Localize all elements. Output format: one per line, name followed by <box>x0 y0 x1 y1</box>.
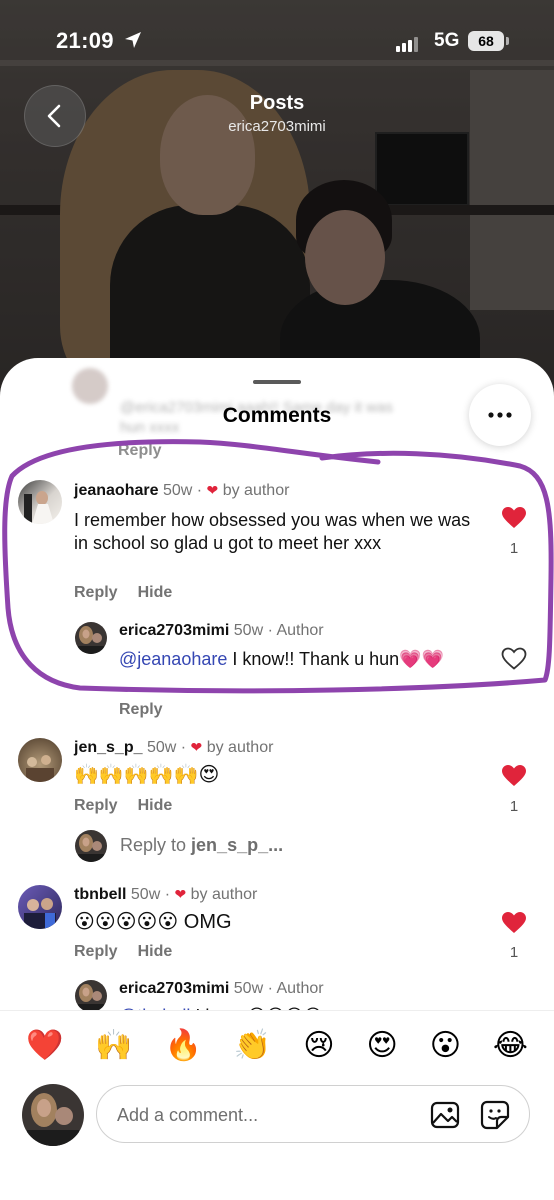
like-heart-icon[interactable] <box>501 911 527 935</box>
comment-input[interactable] <box>115 1100 409 1130</box>
reply-time: 50w <box>233 980 264 997</box>
comment-time: 50w <box>130 886 161 903</box>
reply-meta: erica2703mimi 50w · Author <box>119 980 324 997</box>
liked-by-author-label: by author <box>190 886 258 903</box>
like-heart-icon[interactable] <box>501 506 527 530</box>
comment-text: 😮😮😮😮😮 OMG <box>74 911 232 933</box>
reply-button[interactable]: Reply <box>74 797 118 814</box>
comment-meta: tbnbell 50w · ❤ by author <box>74 886 258 903</box>
reply-to-prompt[interactable]: Reply to jen_s_p_... <box>120 835 283 856</box>
battery-tip <box>506 37 509 45</box>
comment-meta: jeanaohare 50w · ❤ by author <box>74 482 290 499</box>
ellipsis-icon <box>488 412 512 418</box>
hide-button[interactable]: Hide <box>138 797 173 814</box>
reply-button[interactable]: Reply <box>119 701 163 718</box>
comment-text: 🙌🙌🙌🙌🙌😍 <box>74 764 220 786</box>
status-bar: 21:09 5G 68 <box>0 0 554 84</box>
like-heart-outline-icon[interactable] <box>501 647 527 671</box>
emoji-laughing-button[interactable]: 😂 <box>493 1030 528 1061</box>
avatar[interactable] <box>18 885 62 929</box>
avatar[interactable] <box>75 622 107 654</box>
mention-link[interactable]: @jeanaohare <box>119 649 227 669</box>
avatar[interactable] <box>18 480 62 524</box>
comment-actions: Reply Hide <box>74 584 192 602</box>
like-count: 1 <box>509 944 519 961</box>
liked-by-author-label: by author <box>206 739 274 756</box>
reply-actions: Reply <box>119 701 183 719</box>
sticker-icon[interactable] <box>479 1099 511 1131</box>
emoji-fire-button[interactable]: 🔥 <box>165 1030 202 1061</box>
previous-comment-reply-button[interactable]: Reply <box>118 442 162 460</box>
like-heart-icon[interactable] <box>501 764 527 788</box>
comment-meta: jen_s_p_ 50w · ❤ by author <box>74 739 274 756</box>
author-liked-heart-icon: ❤ <box>190 739 203 755</box>
cellular-signal-icon <box>396 34 420 52</box>
avatar[interactable] <box>18 738 62 782</box>
comment-actions: Reply Hide <box>74 797 192 815</box>
hide-button[interactable]: Hide <box>138 584 173 601</box>
page-subtitle: erica2703mimi <box>228 118 326 135</box>
comment-input-field[interactable] <box>96 1085 530 1143</box>
emoji-heart-eyes-button[interactable]: 😍 <box>366 1030 397 1061</box>
more-options-button[interactable] <box>469 384 531 446</box>
like-count: 1 <box>509 798 519 815</box>
author-liked-heart-icon: ❤ <box>174 886 187 902</box>
avatar[interactable] <box>75 980 107 1012</box>
emoji-raised-hands-button[interactable]: 🙌 <box>95 1030 132 1061</box>
author-badge: Author <box>276 980 324 997</box>
comment-time: 50w <box>146 739 177 756</box>
comment-username[interactable]: tbnbell <box>74 886 126 903</box>
reply-time: 50w <box>233 622 264 639</box>
network-type: 5G <box>434 30 460 51</box>
comment-username[interactable]: jeanaohare <box>74 482 158 499</box>
author-badge: Author <box>276 622 324 639</box>
emoji-clapping-button[interactable]: 👏 <box>234 1030 271 1061</box>
reply-text: @jeanaohare I know!! Thank u hun💗💗 <box>119 649 444 669</box>
like-count: 1 <box>509 540 519 557</box>
reply-username[interactable]: erica2703mimi <box>119 622 229 639</box>
location-arrow-icon <box>125 32 141 48</box>
avatar <box>22 1084 84 1146</box>
comment-text: I remember how obsessed you was when we … <box>74 510 471 553</box>
page-title: Posts <box>249 92 305 114</box>
hide-button[interactable]: Hide <box>138 943 173 960</box>
comment-actions: Reply Hide <box>74 943 192 961</box>
emoji-surprised-button[interactable]: 😮 <box>430 1030 461 1061</box>
liked-by-author-label: by author <box>222 482 290 499</box>
emoji-quick-bar: ❤️ 🙌 🔥 👏 😢 😍 😮 😂 <box>0 1010 554 1080</box>
status-time: 21:09 <box>56 28 114 53</box>
battery-icon: 68 <box>468 31 504 51</box>
emoji-heart-button[interactable]: ❤️ <box>26 1030 63 1061</box>
emoji-crying-button[interactable]: 😢 <box>303 1030 334 1061</box>
comment-time: 50w <box>162 482 193 499</box>
reply-button[interactable]: Reply <box>74 584 118 601</box>
sheet-grabber-handle[interactable] <box>253 380 301 384</box>
image-icon[interactable] <box>429 1099 461 1131</box>
avatar <box>75 830 107 862</box>
reply-meta: erica2703mimi 50w · Author <box>119 622 324 639</box>
reply-username[interactable]: erica2703mimi <box>119 980 229 997</box>
comment-username[interactable]: jen_s_p_ <box>74 739 142 756</box>
author-liked-heart-icon: ❤ <box>206 482 219 498</box>
reply-button[interactable]: Reply <box>74 943 118 960</box>
